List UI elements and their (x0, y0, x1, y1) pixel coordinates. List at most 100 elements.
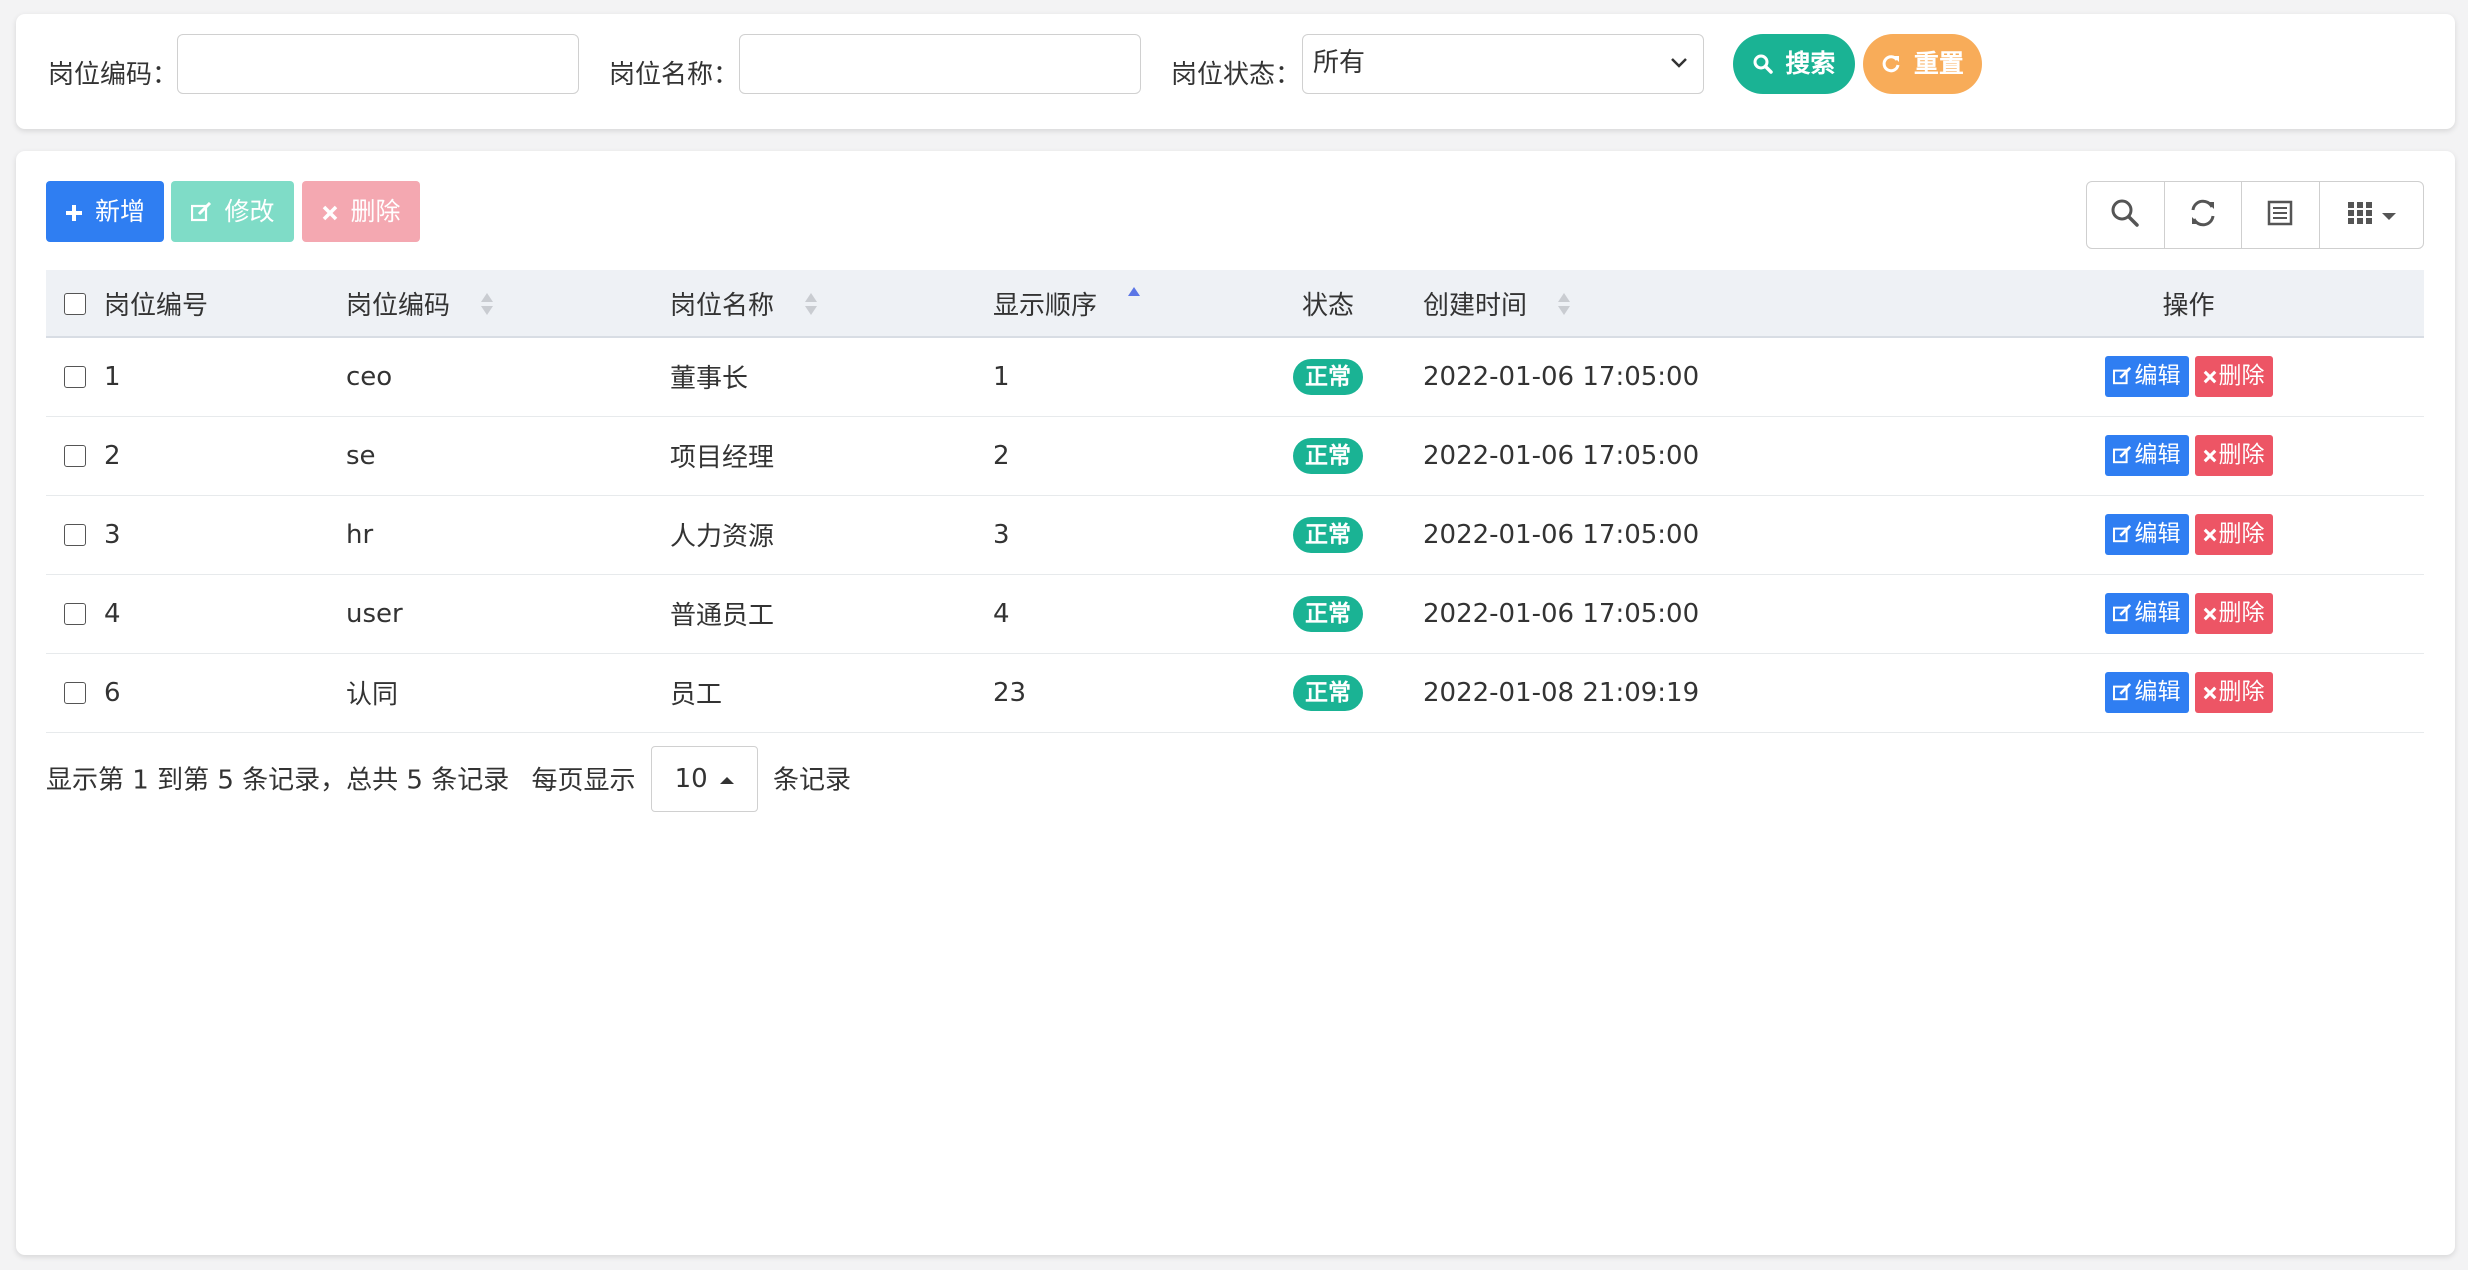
cell-code: user (346, 574, 670, 654)
row-delete-label: 删除 (2218, 600, 2265, 626)
page-size-value: 10 (674, 764, 708, 794)
post-code-input[interactable] (177, 34, 579, 94)
column-header-code[interactable]: 岗位编码 (346, 270, 670, 338)
sort-icon (481, 293, 493, 315)
refresh-icon (2188, 198, 2218, 232)
cell-order: 23 (993, 653, 1253, 733)
caret-up-icon (719, 777, 734, 784)
post-table: 岗位编号 岗位编码 岗位名称 显示顺序 状态 创建时间 操作 1 ceo 董事长 1 正… (46, 270, 2424, 733)
row-edit-button[interactable]: 编辑 (2104, 435, 2189, 476)
search-button[interactable]: 搜索 (1733, 34, 1855, 94)
cell-name: 董事长 (670, 337, 993, 417)
cell-id: 1 (104, 337, 346, 417)
cell-order: 1 (993, 337, 1253, 417)
search-icon (2110, 198, 2140, 232)
row-delete-label: 删除 (2218, 679, 2265, 705)
edit-icon (2112, 524, 2131, 543)
edit-icon (2112, 445, 2131, 464)
row-edit-button[interactable]: 编辑 (2104, 593, 2189, 634)
cell-created: 2022-01-06 17:05:00 (1403, 416, 1953, 496)
row-edit-label: 编辑 (2134, 521, 2181, 547)
column-header-created[interactable]: 创建时间 (1403, 270, 1953, 338)
per-page-prefix: 每页显示 (531, 765, 636, 796)
table-row[interactable]: 2 se 项目经理 2 正常 2022-01-06 17:05:00 编辑 删除 (46, 416, 2424, 496)
post-name-input[interactable] (739, 34, 1141, 94)
edit-icon (2112, 367, 2131, 385)
close-icon (322, 197, 351, 226)
toggle-search-button[interactable] (2087, 182, 2165, 248)
row-checkbox[interactable] (64, 524, 86, 546)
row-edit-label: 编辑 (2134, 679, 2181, 705)
column-header-order[interactable]: 显示顺序 (993, 270, 1253, 338)
row-edit-button[interactable]: 编辑 (2104, 356, 2189, 398)
cell-name: 普通员工 (670, 574, 993, 654)
column-header-id[interactable]: 岗位编号 (104, 270, 346, 338)
sort-icon (805, 293, 817, 315)
page-size-select[interactable]: 10 (650, 746, 758, 812)
row-checkbox[interactable] (64, 682, 86, 704)
table-row[interactable]: 6 认同 员工 23 正常 2022-01-08 21:09:19 编辑 删除 (46, 653, 2424, 733)
cell-name: 员工 (670, 653, 993, 733)
cell-code: ceo (346, 337, 670, 417)
edit-button-label: 修改 (224, 197, 275, 226)
search-panel: 岗位编码： 岗位名称： 岗位状态： 所有 搜索 重置 (16, 14, 2455, 129)
per-page-suffix: 条记录 (773, 765, 852, 796)
select-all-checkbox[interactable] (64, 292, 86, 315)
column-header-status: 状态 (1253, 270, 1403, 338)
cell-created: 2022-01-06 17:05:00 (1403, 574, 1953, 654)
row-checkbox[interactable] (64, 366, 86, 389)
cell-code: 认同 (346, 653, 670, 733)
row-delete-label: 删除 (2218, 521, 2265, 547)
table-row[interactable]: 1 ceo 董事长 1 正常 2022-01-06 17:05:00 编辑 删除 (46, 337, 2424, 417)
table-row[interactable]: 4 user 普通员工 4 正常 2022-01-06 17:05:00 编辑 删除 (46, 574, 2424, 654)
row-checkbox[interactable] (64, 445, 86, 467)
row-checkbox[interactable] (64, 603, 86, 625)
table-row[interactable]: 3 hr 人力资源 3 正常 2022-01-06 17:05:00 编辑 删除 (46, 495, 2424, 575)
post-name-label: 岗位名称： (609, 60, 740, 90)
close-icon (2203, 528, 2216, 542)
post-code-label: 岗位编码： (48, 60, 179, 90)
columns-button[interactable] (2320, 182, 2423, 248)
reset-button[interactable]: 重置 (1863, 34, 1982, 94)
cell-id: 4 (104, 574, 346, 654)
refresh-icon (1881, 49, 1910, 78)
edit-button[interactable]: 修改 (171, 181, 294, 242)
row-edit-label: 编辑 (2134, 363, 2181, 390)
close-icon (2203, 686, 2216, 700)
row-edit-label: 编辑 (2134, 442, 2181, 468)
row-delete-button[interactable]: 删除 (2194, 435, 2273, 476)
sort-icon (1558, 293, 1570, 315)
edit-icon (190, 197, 225, 226)
row-edit-button[interactable]: 编辑 (2104, 514, 2189, 555)
cell-created: 2022-01-06 17:05:00 (1403, 495, 1953, 575)
cell-name: 项目经理 (670, 416, 993, 496)
row-delete-button[interactable]: 删除 (2194, 593, 2273, 634)
status-badge: 正常 (1293, 516, 1363, 553)
caret-down-icon (2382, 206, 2397, 225)
search-button-label: 搜索 (1785, 49, 1836, 78)
reset-button-label: 重置 (1913, 49, 1964, 78)
status-select[interactable]: 所有 (1302, 34, 1704, 94)
row-edit-button[interactable]: 编辑 (2104, 672, 2189, 713)
row-edit-label: 编辑 (2134, 600, 2181, 626)
delete-button[interactable]: 删除 (302, 181, 420, 242)
row-delete-button[interactable]: 删除 (2194, 672, 2273, 713)
chevron-down-icon (1669, 35, 1689, 114)
refresh-button[interactable] (2165, 182, 2243, 248)
cell-order: 2 (993, 416, 1253, 496)
sort-asc-icon (1128, 287, 1140, 296)
cell-created: 2022-01-08 21:09:19 (1403, 653, 1953, 733)
row-delete-button[interactable]: 删除 (2194, 356, 2273, 398)
toggle-view-button[interactable] (2242, 182, 2320, 248)
pagination: 显示第 1 到第 5 条记录，总共 5 条记录 每页显示 10 条记录 (46, 746, 852, 814)
column-header-actions: 操作 (1953, 270, 2424, 338)
table-header-row: 岗位编号 岗位编码 岗位名称 显示顺序 状态 创建时间 操作 (46, 270, 2424, 338)
add-button[interactable]: 新增 (46, 181, 164, 242)
status-badge: 正常 (1293, 674, 1363, 711)
close-icon (2203, 607, 2216, 621)
cell-code: hr (346, 495, 670, 575)
cell-order: 4 (993, 574, 1253, 654)
column-header-name[interactable]: 岗位名称 (670, 270, 993, 338)
close-icon (2203, 449, 2216, 463)
row-delete-button[interactable]: 删除 (2194, 514, 2273, 555)
